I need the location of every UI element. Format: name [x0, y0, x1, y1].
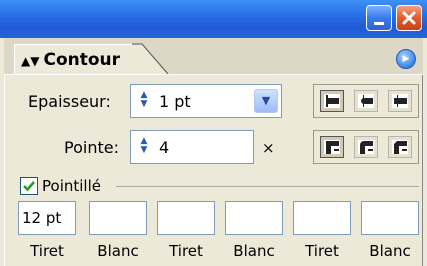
dash-field[interactable] — [293, 201, 351, 235]
title-bar — [0, 0, 427, 38]
gap-field[interactable] — [89, 201, 147, 235]
panel-menu-button[interactable]: ▶ — [396, 49, 416, 69]
dashed-separator — [116, 186, 419, 187]
chevron-down-icon: ▼ — [261, 94, 271, 107]
weight-stepper-icon[interactable]: ▲ ▼ — [137, 91, 151, 111]
close-button[interactable] — [396, 5, 422, 31]
gap-label: Blanc — [97, 242, 139, 260]
cap-button-group — [313, 84, 419, 118]
weight-value: 1 pt — [159, 92, 191, 111]
gap-label: Blanc — [369, 242, 411, 260]
miter-join-button[interactable] — [320, 136, 344, 158]
close-icon — [402, 11, 416, 25]
dash-field[interactable]: 12 pt — [18, 201, 76, 235]
tab-divider — [4, 74, 423, 75]
gap-label: Blanc — [233, 242, 275, 260]
bevel-join-icon — [392, 140, 408, 154]
miter-join-icon — [324, 140, 340, 154]
dash-label: Tiret — [305, 242, 339, 260]
weight-dropdown-button[interactable]: ▼ — [254, 89, 278, 113]
miter-stepper-icon[interactable]: ▲ ▼ — [137, 137, 151, 157]
round-cap-button[interactable] — [354, 90, 378, 112]
gap-field[interactable] — [225, 201, 283, 235]
minimize-icon — [374, 22, 384, 25]
bevel-join-button[interactable] — [388, 136, 412, 158]
projecting-cap-button[interactable] — [388, 90, 412, 112]
dashed-label: Pointillé — [42, 177, 101, 195]
miter-value: 4 — [159, 138, 170, 157]
butt-cap-icon — [324, 94, 340, 108]
join-button-group — [313, 130, 419, 164]
tab-edge — [132, 43, 169, 75]
panel-menu-arrow-icon: ▶ — [402, 54, 410, 64]
minimize-button[interactable] — [366, 5, 392, 31]
dashed-checkbox[interactable] — [20, 177, 38, 195]
round-join-button[interactable] — [354, 136, 378, 158]
tab-label: Contour — [43, 50, 121, 70]
miter-label: Pointe: — [64, 138, 119, 157]
tab-contour[interactable]: ▲▼ Contour — [14, 44, 134, 74]
butt-cap-button[interactable] — [320, 90, 344, 112]
collapse-arrows-icon: ▲▼ — [21, 54, 40, 68]
dash-field[interactable] — [157, 201, 215, 235]
checkmark-icon — [23, 181, 35, 192]
weight-label: Epaisseur: — [28, 92, 111, 111]
miter-field[interactable]: ▲ ▼ 4 — [130, 130, 254, 164]
miter-suffix: × — [262, 139, 275, 157]
round-cap-icon — [358, 94, 374, 108]
gap-field[interactable] — [361, 201, 419, 235]
round-join-icon — [358, 140, 374, 154]
dash-label: Tiret — [169, 242, 203, 260]
projecting-cap-icon — [392, 94, 408, 108]
dash-label: Tiret — [30, 242, 64, 260]
weight-field[interactable]: ▲ ▼ 1 pt ▼ — [130, 84, 282, 118]
